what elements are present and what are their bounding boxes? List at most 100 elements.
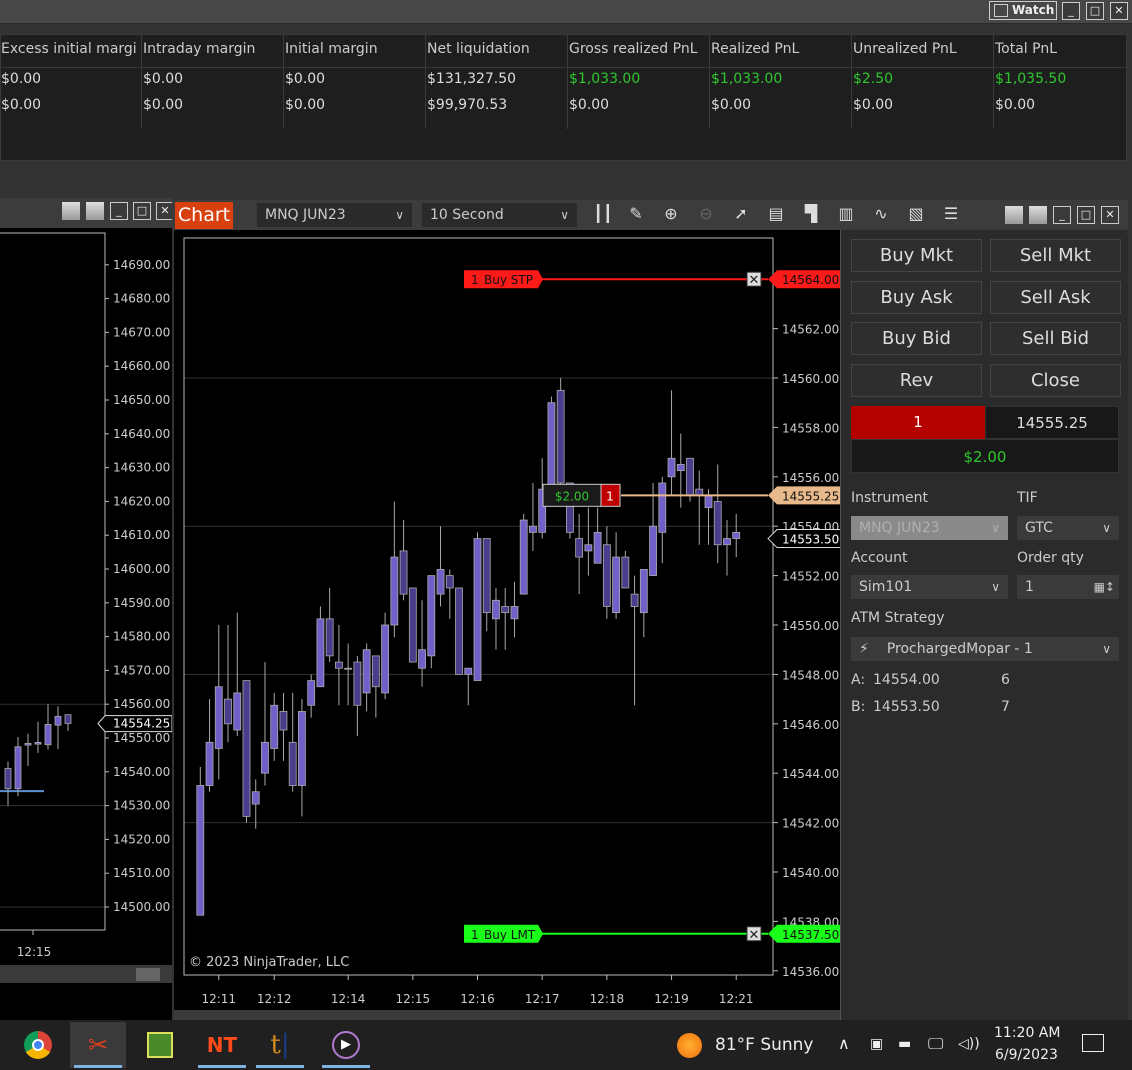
maximize-button[interactable]: □ — [1086, 2, 1104, 20]
y-tick-label: 14690.00 — [113, 258, 170, 272]
tif-label: TIF — [1017, 490, 1038, 506]
chart-title-tab[interactable]: Chart — [175, 202, 233, 229]
bid-size: 7 — [1001, 699, 1010, 715]
candle — [64, 714, 72, 724]
camera-icon[interactable]: ▣ — [870, 1036, 883, 1052]
tif-select[interactable]: GTC ∨ — [1017, 516, 1119, 540]
buy-mkt-button[interactable]: Buy Mkt — [851, 239, 982, 272]
link-button[interactable] — [1005, 206, 1023, 224]
tray-chevron-icon[interactable]: ∧ — [838, 1034, 850, 1053]
y-tick-label: 14630.00 — [113, 461, 170, 475]
column-header[interactable]: Unrealized PnL — [853, 41, 991, 71]
horizontal-scrollbar — [174, 1010, 842, 1020]
clock-time[interactable]: 11:20 AM — [994, 1025, 1060, 1041]
clock-date[interactable]: 6/9/2023 — [995, 1047, 1058, 1063]
candle — [667, 457, 676, 478]
close-button[interactable]: Close — [990, 363, 1121, 397]
maximize-button[interactable]: □ — [1077, 206, 1095, 224]
buy-stop-order-price: 14564.00 — [782, 273, 839, 287]
column-header[interactable]: Realized PnL — [711, 41, 849, 71]
accounts-grid: Excess initial margi Intraday margin Initi… — [0, 34, 1128, 161]
order-qty-input[interactable]: 1 ▦↕ — [1017, 575, 1119, 599]
candle — [334, 661, 343, 669]
tradovate-icon[interactable]: t| — [252, 1022, 308, 1068]
minimize-button[interactable]: _ — [1062, 2, 1080, 20]
column-header[interactable]: Excess initial margi — [1, 41, 139, 71]
strategies-icon[interactable]: ∿ — [870, 203, 892, 225]
data-box-icon[interactable]: ▤ — [765, 203, 787, 225]
buy-ask-button[interactable]: Buy Ask — [851, 280, 982, 314]
maximize-button[interactable]: □ — [133, 202, 151, 220]
chrome-icon[interactable] — [10, 1022, 66, 1068]
column-header[interactable]: Gross realized PnL — [569, 41, 707, 71]
ninjatrader-icon[interactable]: NT — [194, 1022, 250, 1068]
x-tick-label: 12:17 — [525, 992, 560, 1006]
link-button-2[interactable] — [1029, 206, 1047, 224]
rev-button[interactable]: Rev — [851, 363, 982, 397]
weather-text[interactable]: 81°F Sunny — [715, 1035, 814, 1055]
column-header[interactable]: Intraday margin — [143, 41, 281, 71]
x-tick-label: 12:14 — [331, 992, 366, 1006]
y-tick-label: 14670.00 — [113, 325, 170, 339]
bid-price: 14553.50 — [873, 699, 940, 715]
properties-list-icon[interactable]: ☰ — [940, 203, 962, 225]
app-green-icon[interactable] — [132, 1022, 188, 1068]
weather-icon[interactable] — [677, 1033, 702, 1058]
indicators-icon[interactable]: ▥ — [835, 203, 857, 225]
left-chart-panel[interactable]: 14690.00 14680.00 14670.00 14660.00 14650.00… — [0, 228, 173, 1020]
chart-panel[interactable]: 14564.00 14562.00 14560.00 14558.00 14556.00… — [172, 230, 843, 1020]
buy-limit-order-type: Buy LMT — [484, 928, 536, 942]
sell-ask-button[interactable]: Sell Ask — [990, 280, 1121, 314]
chart-trader-icon[interactable]: ▜ — [800, 203, 822, 225]
y-tick-label: 14546.00 — [782, 718, 839, 732]
notifications-icon[interactable] — [1082, 1034, 1104, 1052]
candle — [473, 538, 482, 681]
y-tick-label: 14520.00 — [113, 832, 170, 846]
y-tick-label: 14640.00 — [113, 427, 170, 441]
calculator-spinner-icon[interactable]: ▦↕ — [1094, 575, 1115, 599]
candle — [233, 692, 242, 731]
volume-icon[interactable]: ◁)) — [958, 1036, 980, 1052]
zoom-out-icon[interactable]: ⊖ — [695, 203, 717, 225]
link-button[interactable] — [62, 202, 80, 220]
battery-icon[interactable]: ▬ — [898, 1036, 911, 1052]
network-icon[interactable]: 🖵 — [928, 1034, 943, 1054]
column-header[interactable]: Total PnL — [995, 41, 1132, 71]
minimize-button[interactable]: _ — [1053, 206, 1071, 224]
y-tick-label: 14600.00 — [113, 562, 170, 576]
pencil-icon[interactable]: ✎ — [625, 203, 647, 225]
candle — [427, 575, 436, 657]
account-cell: $2.50 — [853, 71, 894, 87]
sell-bid-button[interactable]: Sell Bid — [990, 322, 1121, 355]
bar-type-icon[interactable]: ┃┃ — [592, 203, 614, 225]
candle — [298, 711, 306, 786]
watch-button[interactable]: Watch — [989, 1, 1057, 20]
pointer-icon[interactable]: ➚ — [730, 203, 752, 225]
instrument-select[interactable]: MNQ JUN23 ∨ — [257, 203, 412, 227]
link-button-2[interactable] — [86, 202, 104, 220]
instrument-select[interactable]: MNQ JUN23 ∨ — [851, 516, 1008, 540]
y-tick-label: 14562.00 — [782, 323, 839, 337]
y-tick-label: 14590.00 — [113, 596, 170, 610]
column-header[interactable]: Net liquidation — [427, 41, 565, 71]
column-header[interactable]: Initial margin — [285, 41, 423, 71]
zoom-in-icon[interactable]: ⊕ — [660, 203, 682, 225]
candle — [584, 544, 593, 552]
account-select[interactable]: Sim101 ∨ — [851, 575, 1008, 599]
templates-icon[interactable]: ▧ — [905, 203, 927, 225]
unrealized-pnl: $2.00 — [851, 439, 1119, 473]
interval-select[interactable]: 10 Second ∨ — [422, 203, 577, 227]
media-player-icon[interactable]: ▶ — [318, 1022, 374, 1068]
atm-strategy-select[interactable]: ⚡ ProchargedMopar - 1 ∨ — [851, 637, 1119, 661]
candle — [575, 538, 584, 558]
column-divider — [141, 35, 142, 129]
sell-mkt-button[interactable]: Sell Mkt — [990, 239, 1121, 272]
minimize-button[interactable]: _ — [110, 202, 128, 220]
account-cell: $1,035.50 — [995, 71, 1067, 87]
close-button[interactable]: ✕ — [1101, 206, 1119, 224]
candle — [436, 569, 445, 595]
candle — [325, 618, 334, 657]
close-button[interactable]: ✕ — [1110, 2, 1128, 20]
buy-bid-button[interactable]: Buy Bid — [851, 322, 982, 355]
app-snip-icon[interactable]: ✂ — [70, 1022, 126, 1068]
